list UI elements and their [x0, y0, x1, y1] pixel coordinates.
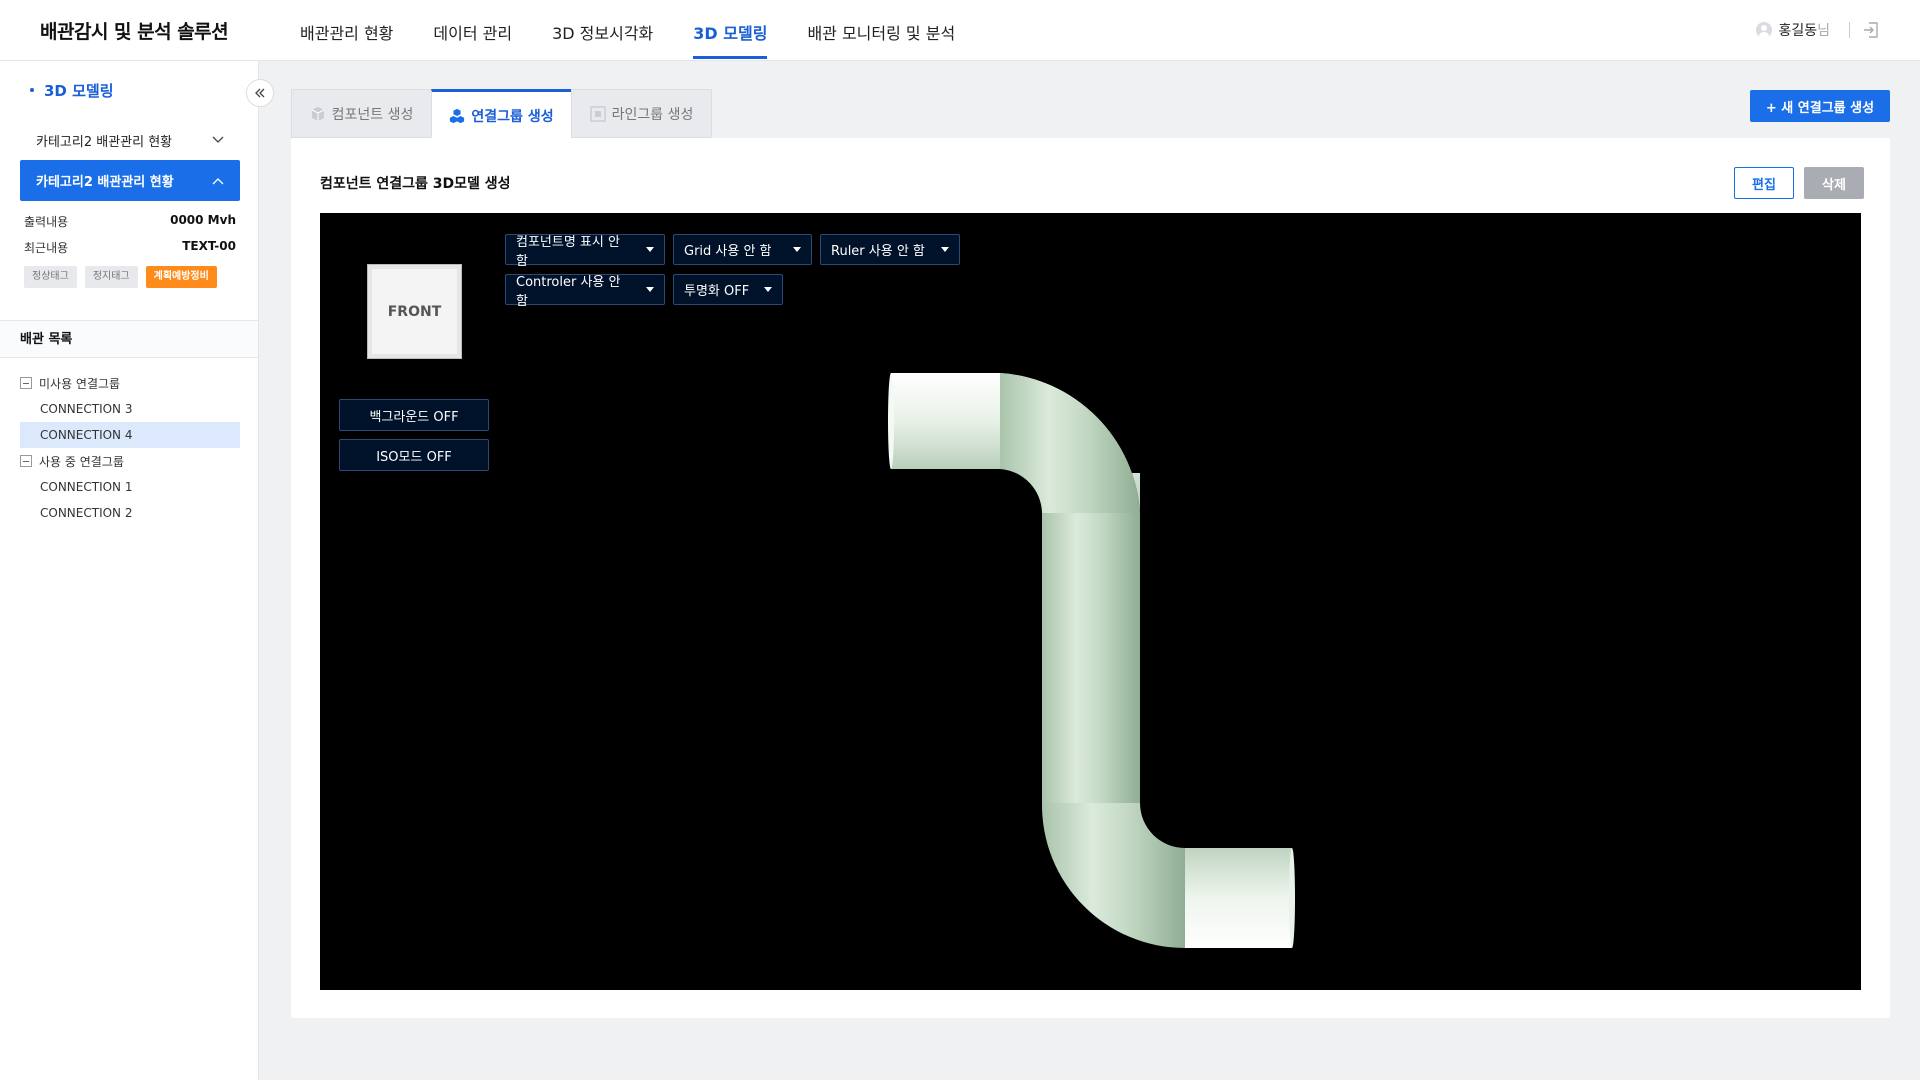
user-profile[interactable]: 홍길동 님 — [1756, 20, 1830, 40]
category-label: 카테고리2 배관관리 현황 — [36, 134, 173, 150]
nav-item-3d-modeling[interactable]: 3D 모델링 — [693, 0, 768, 61]
background-toggle-button[interactable]: 백그라운드 OFF — [339, 399, 489, 431]
chevron-up-icon — [212, 177, 224, 184]
pipe-model[interactable] — [320, 213, 1861, 990]
tab-label: 라인그룹 생성 — [611, 106, 694, 123]
tab-line-group[interactable]: 라인그룹 생성 — [571, 89, 712, 138]
dropdown-label: 컴포넌트명 표시 안 함 — [516, 234, 620, 269]
tab-connection-group[interactable]: 연결그룹 생성 — [431, 89, 572, 139]
sidebar: 3D 모델링 카테고리2 배관관리 현황 카테고리2 배관관리 현황 출력내용 … — [0, 61, 274, 1080]
info-row-output: 출력내용 0000 Mvh — [24, 213, 236, 230]
app-title[interactable]: 배관감시 및 분석 솔루션 — [40, 17, 229, 44]
collapse-icon[interactable] — [20, 377, 32, 389]
status-badge-stopped: 정지태그 — [84, 266, 138, 288]
sidebar-title: 3D 모델링 — [30, 80, 114, 101]
tab-label: 연결그룹 생성 — [471, 108, 554, 125]
tree-item-connection-2[interactable]: CONNECTION 2 — [20, 500, 240, 526]
tab-label: 컴포넌트 생성 — [331, 106, 414, 123]
line-group-icon — [589, 105, 606, 122]
info-value: TEXT-00 — [182, 239, 236, 253]
info-label: 출력내용 — [24, 215, 69, 229]
tree-group-label: 사용 중 연결그룹 — [39, 454, 124, 469]
tree-group-in-use[interactable]: 사용 중 연결그룹 — [20, 448, 240, 474]
pipe-tree: 미사용 연결그룹 CONNECTION 3 CONNECTION 4 사용 중 … — [20, 370, 240, 526]
panel-title: 컴포넌트 연결그룹 3D모델 생성 — [320, 176, 511, 192]
header-divider — [1849, 22, 1850, 38]
delete-button[interactable]: 삭제 — [1804, 167, 1864, 199]
nav-item-monitoring[interactable]: 배관 모니터링 및 분석 — [807, 0, 955, 61]
dropdown-label: 투명화 OFF — [684, 284, 750, 299]
app-header: 배관감시 및 분석 솔루션 배관관리 현황 데이터 관리 3D 정보시각화 3D… — [0, 0, 1920, 61]
main-panel: 컴포넌트 연결그룹 3D모델 생성 편집 삭제 FRONT 컴포넌트명 표시 안… — [291, 138, 1890, 1018]
iso-mode-toggle-button[interactable]: ISO모드 OFF — [339, 439, 489, 471]
status-tags: 정상태그 정지태그 계획예방정비 — [24, 266, 225, 288]
user-icon — [1756, 22, 1773, 38]
dropdown-label: Controler 사용 안 함 — [516, 274, 621, 309]
caret-down-icon — [941, 247, 949, 252]
component-name-dropdown[interactable]: 컴포넌트명 표시 안 함 — [505, 234, 665, 269]
user-name: 홍길동 — [1778, 23, 1818, 39]
pipe-list-header: 배관 목록 — [0, 320, 258, 358]
tree-item-connection-1[interactable]: CONNECTION 1 — [20, 474, 240, 500]
tree-item-connection-3[interactable]: CONNECTION 3 — [20, 396, 240, 422]
tab-bar: 컴포넌트 생성 연결그룹 생성 라인그룹 생성 — [291, 89, 712, 139]
tree-item-connection-4[interactable]: CONNECTION 4 — [20, 422, 240, 448]
dropdown-label: Ruler 사용 안 함 — [831, 244, 925, 259]
controller-dropdown[interactable]: Controler 사용 안 함 — [505, 274, 665, 309]
info-value: 0000 Mvh — [170, 213, 236, 227]
3d-viewport[interactable]: FRONT 컴포넌트명 표시 안 함 Grid 사용 안 함 Ruler 사용 … — [320, 213, 1861, 990]
dropdown-label: Grid 사용 안 함 — [684, 244, 772, 259]
sidebar-collapse-button[interactable] — [246, 79, 274, 107]
cube-icon — [311, 106, 324, 121]
user-suffix: 님 — [1817, 23, 1830, 39]
ruler-dropdown[interactable]: Ruler 사용 안 함 — [820, 234, 960, 265]
new-connection-group-button[interactable]: + 새 연결그룹 생성 — [1750, 90, 1890, 122]
caret-down-icon — [646, 247, 654, 252]
tree-group-label: 미사용 연결그룹 — [39, 376, 121, 391]
edit-button[interactable]: 편집 — [1734, 167, 1794, 199]
logout-icon[interactable] — [1862, 21, 1880, 39]
status-badge-normal: 정상태그 — [24, 266, 77, 288]
caret-down-icon — [764, 287, 772, 292]
tab-component[interactable]: 컴포넌트 생성 — [291, 89, 432, 138]
bullet-icon — [30, 88, 34, 92]
transparency-dropdown[interactable]: 투명화 OFF — [673, 274, 783, 305]
tree-group-unused[interactable]: 미사용 연결그룹 — [20, 370, 240, 396]
nav-item-data[interactable]: 데이터 관리 — [433, 0, 512, 61]
double-chevron-left-icon — [255, 88, 265, 98]
grid-dropdown[interactable]: Grid 사용 안 함 — [673, 234, 812, 265]
view-cube[interactable]: FRONT — [367, 264, 462, 359]
caret-down-icon — [793, 247, 801, 252]
collapse-icon[interactable] — [20, 455, 32, 467]
cubes-icon — [450, 108, 465, 123]
status-badge-maintenance: 계획예방정비 — [145, 266, 217, 288]
main-nav: 배관관리 현황 데이터 관리 3D 정보시각화 3D 모델링 배관 모니터링 및… — [300, 0, 995, 61]
nav-item-3d-visualization[interactable]: 3D 정보시각화 — [552, 0, 653, 61]
info-row-recent: 최근내용 TEXT-00 — [24, 239, 236, 256]
chevron-down-icon — [212, 136, 224, 143]
view-cube-label: FRONT — [387, 303, 442, 320]
caret-down-icon — [646, 287, 654, 292]
category-active-label: 카테고리2 배관관리 현황 — [36, 175, 174, 190]
category-dropdown[interactable]: 카테고리2 배관관리 현황 — [20, 122, 240, 158]
nav-item-status[interactable]: 배관관리 현황 — [300, 0, 393, 61]
category-active[interactable]: 카테고리2 배관관리 현황 — [20, 160, 240, 201]
info-label: 최근내용 — [24, 241, 69, 255]
